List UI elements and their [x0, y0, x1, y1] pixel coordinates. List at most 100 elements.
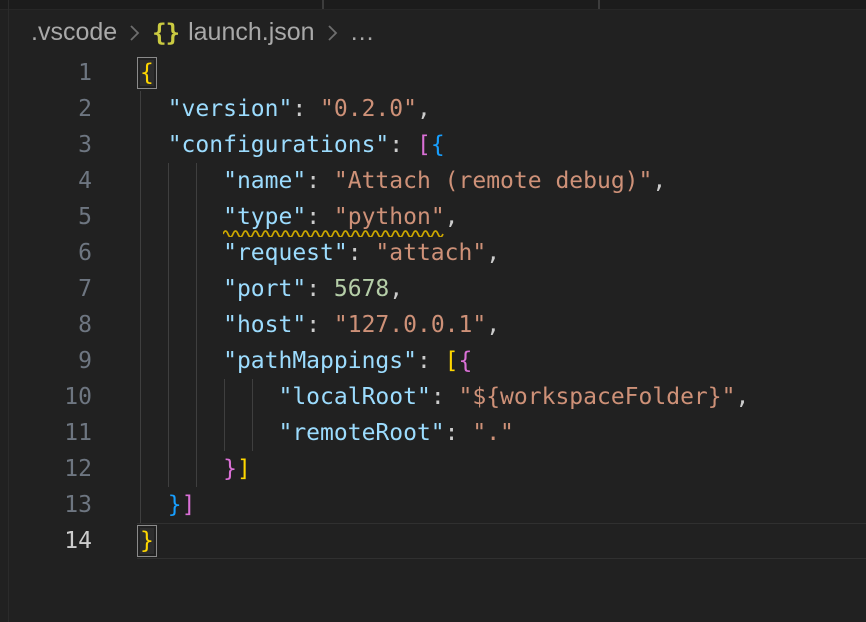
- token: :: [431, 384, 459, 410]
- line-number[interactable]: 14: [0, 523, 92, 559]
- code-text: }]: [140, 487, 195, 523]
- token: [140, 96, 168, 122]
- code-text: }]: [140, 451, 251, 487]
- token: ,: [486, 240, 500, 266]
- token: :: [417, 348, 445, 374]
- token: :: [306, 312, 334, 338]
- breadcrumb-folder[interactable]: .vscode: [31, 18, 117, 47]
- line-number[interactable]: 9: [0, 343, 92, 379]
- code-line[interactable]: 14}: [0, 523, 866, 559]
- code-line[interactable]: 6 "request": "attach",: [0, 235, 866, 271]
- matched-bracket: {: [140, 60, 154, 86]
- token: [140, 132, 168, 158]
- breadcrumb: .vscode {} launch.json …: [0, 10, 866, 55]
- token: :: [389, 132, 417, 158]
- code-text: "pathMappings": [{: [140, 343, 472, 379]
- code-editor[interactable]: 1{2 "version": "0.2.0",3 "configurations…: [0, 55, 866, 622]
- code-line[interactable]: 2 "version": "0.2.0",: [0, 91, 866, 127]
- warning-squiggle-icon: [223, 227, 447, 237]
- token: "0.2.0": [320, 96, 417, 122]
- code-line[interactable]: 10 "localRoot": "${workspaceFolder}",: [0, 379, 866, 415]
- token: [140, 168, 223, 194]
- token: ]: [237, 456, 251, 482]
- token: ,: [735, 384, 749, 410]
- token: [140, 456, 223, 482]
- code-text: "host": "127.0.0.1",: [140, 307, 500, 343]
- token: ]: [182, 492, 196, 518]
- code-line[interactable]: 4 "name": "Attach (remote debug)",: [0, 163, 866, 199]
- line-number[interactable]: 7: [0, 271, 92, 307]
- line-number[interactable]: 2: [0, 91, 92, 127]
- token: :: [445, 420, 473, 446]
- token: ,: [486, 312, 500, 338]
- code-text: "version": "0.2.0",: [140, 91, 431, 127]
- code-text: "remoteRoot": ".": [140, 415, 514, 451]
- line-number[interactable]: 8: [0, 307, 92, 343]
- code-text: "request": "attach",: [140, 235, 500, 271]
- code-line[interactable]: 13 }]: [0, 487, 866, 523]
- code-line[interactable]: 9 "pathMappings": [{: [0, 343, 866, 379]
- breadcrumb-file[interactable]: launch.json: [188, 18, 314, 47]
- token: "127.0.0.1": [334, 312, 486, 338]
- token: :: [292, 96, 320, 122]
- line-number[interactable]: 11: [0, 415, 92, 451]
- token: "localRoot": [278, 384, 430, 410]
- token: "Attach (remote debug)": [334, 168, 653, 194]
- token: ,: [417, 96, 431, 122]
- token: {: [459, 348, 473, 374]
- line-number[interactable]: 3: [0, 127, 92, 163]
- code-text: {: [140, 55, 154, 91]
- token: }: [223, 456, 237, 482]
- token: "version": [168, 96, 293, 122]
- token: [140, 312, 223, 338]
- matched-bracket: }: [140, 528, 154, 554]
- chevron-right-icon: [324, 22, 341, 44]
- json-file-icon: {}: [152, 19, 179, 47]
- line-number[interactable]: 5: [0, 199, 92, 235]
- token: 5678: [334, 276, 389, 302]
- token: :: [306, 276, 334, 302]
- token: "request": [223, 240, 348, 266]
- code-line[interactable]: 8 "host": "127.0.0.1",: [0, 307, 866, 343]
- code-text: "port": 5678,: [140, 271, 403, 307]
- token: "${workspaceFolder}": [459, 384, 736, 410]
- token: [140, 204, 223, 230]
- line-number[interactable]: 6: [0, 235, 92, 271]
- token: [140, 420, 278, 446]
- code-line[interactable]: 3 "configurations": [{: [0, 127, 866, 163]
- token: [140, 240, 223, 266]
- token: {: [431, 132, 445, 158]
- line-number[interactable]: 1: [0, 55, 92, 91]
- code-text: "name": "Attach (remote debug)",: [140, 163, 666, 199]
- code-text: }: [140, 523, 154, 559]
- line-number[interactable]: 10: [0, 379, 92, 415]
- token: [140, 348, 223, 374]
- token: [140, 384, 278, 410]
- chevron-right-icon: [126, 22, 143, 44]
- token: }: [168, 492, 182, 518]
- token: "name": [223, 168, 306, 194]
- token: ,: [652, 168, 666, 194]
- token: [: [445, 348, 459, 374]
- token: :: [348, 240, 376, 266]
- editor-lines: 1{2 "version": "0.2.0",3 "configurations…: [0, 55, 866, 622]
- vscode-editor-window: .vscode {} launch.json … 1{2 "version": …: [0, 0, 866, 622]
- line-number[interactable]: 4: [0, 163, 92, 199]
- code-text: "configurations": [{: [140, 127, 445, 163]
- token: "attach": [375, 240, 486, 266]
- tab-divider: [598, 0, 600, 9]
- code-line[interactable]: 11 "remoteRoot": ".": [0, 415, 866, 451]
- token: [: [417, 132, 431, 158]
- line-number[interactable]: 12: [0, 451, 92, 487]
- token: "remoteRoot": [278, 420, 444, 446]
- code-line[interactable]: 12 }]: [0, 451, 866, 487]
- code-text: "localRoot": "${workspaceFolder}",: [140, 379, 749, 415]
- token: [140, 276, 223, 302]
- code-line[interactable]: 1{: [0, 55, 866, 91]
- tab-bar-strip[interactable]: [0, 0, 866, 10]
- token: :: [306, 168, 334, 194]
- token: ".": [472, 420, 514, 446]
- code-line[interactable]: 7 "port": 5678,: [0, 271, 866, 307]
- breadcrumb-symbol-overflow[interactable]: …: [350, 18, 375, 47]
- line-number[interactable]: 13: [0, 487, 92, 523]
